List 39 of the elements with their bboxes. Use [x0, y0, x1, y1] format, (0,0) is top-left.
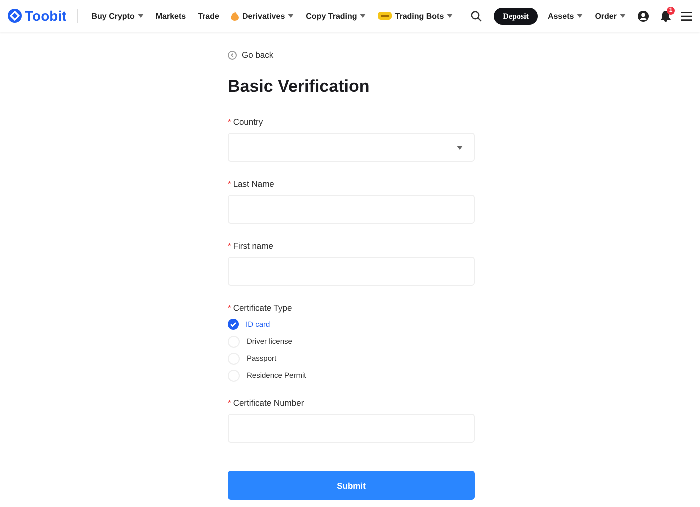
submit-button[interactable]: Submit	[228, 471, 475, 500]
required-marker: *	[228, 241, 232, 251]
page-title: Basic Verification	[228, 77, 371, 97]
deposit-button[interactable]: Deposit	[494, 8, 538, 24]
required-marker: *	[228, 117, 232, 127]
caret-icon	[447, 14, 454, 18]
field-label: First name	[233, 241, 274, 251]
nav-link[interactable]: Buy Crypto	[92, 12, 144, 20]
logo-icon	[8, 9, 22, 23]
required-marker: *	[228, 179, 232, 189]
nav-link[interactable]: Markets	[156, 12, 186, 20]
user-icon[interactable]	[638, 10, 649, 22]
go-back-link[interactable]: Go back	[242, 50, 274, 60]
nav-link[interactable]: Copy Trading	[306, 12, 366, 20]
caret-icon	[577, 14, 584, 18]
flame-icon	[231, 11, 240, 21]
back-icon[interactable]	[228, 50, 237, 60]
caret-icon	[620, 14, 626, 18]
caret-icon	[138, 14, 144, 18]
caret-icon	[360, 14, 366, 18]
caret-icon	[457, 146, 463, 150]
bell-icon[interactable]	[661, 10, 671, 22]
field-label: Certificate Number	[233, 398, 304, 408]
logo-text[interactable]: Toobit	[25, 8, 67, 24]
field-label: Last Name	[233, 179, 274, 189]
required-marker: *	[228, 303, 232, 313]
field-label: Country	[233, 117, 264, 127]
menu-icon[interactable]	[681, 12, 692, 20]
nav-link[interactable]: Derivatives	[231, 11, 294, 21]
menu-link[interactable]: Order	[595, 12, 626, 20]
menu-link[interactable]: Assets	[548, 12, 584, 20]
country-select[interactable]	[228, 133, 475, 162]
field-label: Certificate Type	[233, 303, 292, 313]
caret-icon	[288, 14, 294, 18]
nav-link[interactable]: Trading Bots	[378, 12, 454, 20]
required-marker: *	[228, 398, 232, 408]
search-icon[interactable]	[471, 10, 482, 22]
nav-link[interactable]: Trade	[198, 12, 220, 20]
radio-checked-icon[interactable]	[228, 319, 239, 330]
